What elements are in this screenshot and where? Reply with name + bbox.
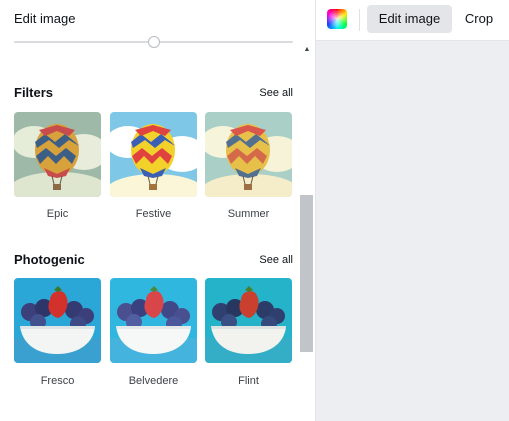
filter-label-belvedere: Belvedere: [128, 375, 179, 387]
photogenic-see-all-link[interactable]: See all: [259, 254, 293, 266]
filters-heading: Filters: [14, 85, 54, 100]
scroll-up-arrow-icon[interactable]: ▲: [302, 45, 312, 55]
filter-thumbnail-flint[interactable]: [205, 278, 292, 363]
photogenic-heading: Photogenic: [14, 252, 85, 267]
filter-label-epic: Epic: [46, 208, 69, 220]
crop-button[interactable]: Crop: [459, 5, 499, 33]
toolbar-divider: [359, 9, 360, 31]
filter-thumbnail-summer[interactable]: [205, 112, 292, 197]
edit-image-button[interactable]: Edit image: [367, 5, 452, 33]
filter-thumbnail-festive[interactable]: [110, 112, 197, 197]
canvas-area: [316, 0, 509, 421]
filter-label-summer: Summer: [227, 208, 270, 220]
filter-thumbnail-epic[interactable]: [14, 112, 101, 197]
edit-image-panel: Edit image Filters See all Epic Festive …: [0, 0, 316, 421]
filter-label-festive: Festive: [135, 208, 172, 220]
scrollbar-thumb[interactable]: [300, 195, 313, 352]
filter-label-flint: Flint: [238, 375, 259, 387]
adjust-slider-handle[interactable]: [147, 36, 160, 48]
filter-thumbnail-belvedere[interactable]: [110, 278, 197, 363]
filter-thumbnail-fresco[interactable]: [14, 278, 101, 363]
filters-see-all-link[interactable]: See all: [259, 87, 293, 99]
panel-title: Edit image: [14, 11, 76, 26]
color-picker-icon[interactable]: [327, 9, 347, 29]
filter-label-fresco: Fresco: [40, 375, 75, 387]
